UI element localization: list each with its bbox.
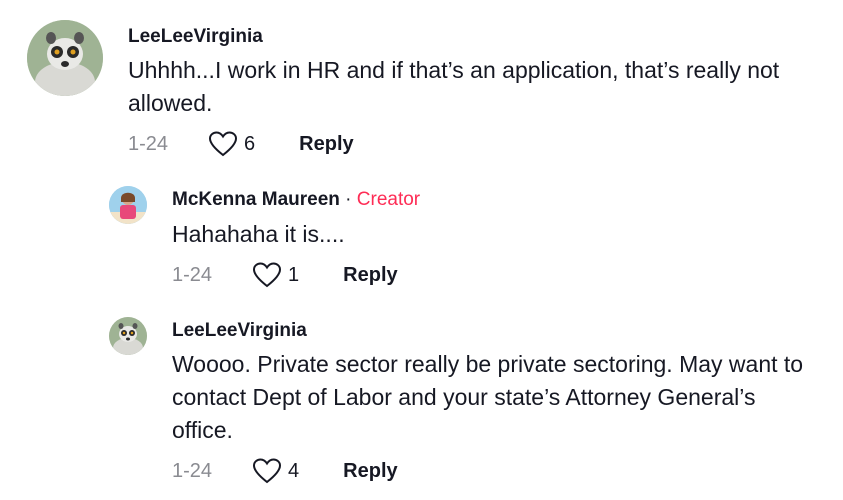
heart-outline-icon[interactable] — [252, 458, 282, 484]
like-button[interactable]: 4 — [252, 458, 299, 484]
lemur-avatar-icon — [109, 317, 147, 355]
like-count: 4 — [288, 459, 300, 482]
like-button[interactable]: 1 — [252, 262, 299, 288]
comment-date: 1-24 — [172, 459, 213, 482]
like-button[interactable]: 6 — [208, 131, 255, 157]
reply-button[interactable]: Reply — [343, 460, 397, 483]
username[interactable]: LeeLeeVirginia — [172, 320, 307, 342]
username[interactable]: LeeLeeVirginia — [128, 26, 263, 48]
comment-text: Woooo. Private sector really be private … — [172, 351, 804, 443]
comment-text: Uhhhh...I work in HR and if that’s an ap… — [128, 57, 780, 116]
like-count: 1 — [288, 263, 300, 286]
username-text[interactable]: LeeLeeVirginia — [172, 320, 307, 341]
comment-date: 1-24 — [172, 263, 213, 286]
avatar[interactable] — [27, 20, 103, 96]
avatar[interactable] — [109, 317, 147, 355]
lemur-avatar-icon — [27, 20, 103, 96]
comment-meta: 1-24 1 Reply — [172, 262, 398, 288]
avatar[interactable] — [109, 186, 147, 224]
comment-3: LeeLeeVirginia Woooo. Private sector rea… — [0, 300, 843, 500]
comment-2: McKenna Maureen · Creator Hahahaha it is… — [0, 170, 843, 300]
username-text[interactable]: LeeLeeVirginia — [128, 26, 263, 47]
comment-date: 1-24 — [128, 132, 169, 155]
comment-1: LeeLeeVirginia Uhhhh...I work in HR and … — [0, 0, 843, 170]
username-text[interactable]: McKenna Maureen — [172, 189, 340, 210]
separator: · — [345, 189, 352, 210]
comment-meta: 1-24 4 Reply — [172, 458, 398, 484]
comment-meta: 1-24 6 Reply — [128, 131, 354, 157]
like-count: 6 — [244, 132, 256, 155]
username[interactable]: McKenna Maureen · Creator — [172, 189, 420, 211]
reply-button[interactable]: Reply — [299, 133, 353, 156]
creator-badge: Creator — [356, 189, 421, 210]
heart-outline-icon[interactable] — [208, 131, 238, 157]
reply-button[interactable]: Reply — [343, 264, 397, 287]
heart-outline-icon[interactable] — [252, 262, 282, 288]
comment-text: Hahahaha it is.... — [172, 221, 345, 247]
person-avatar-icon — [109, 186, 147, 224]
